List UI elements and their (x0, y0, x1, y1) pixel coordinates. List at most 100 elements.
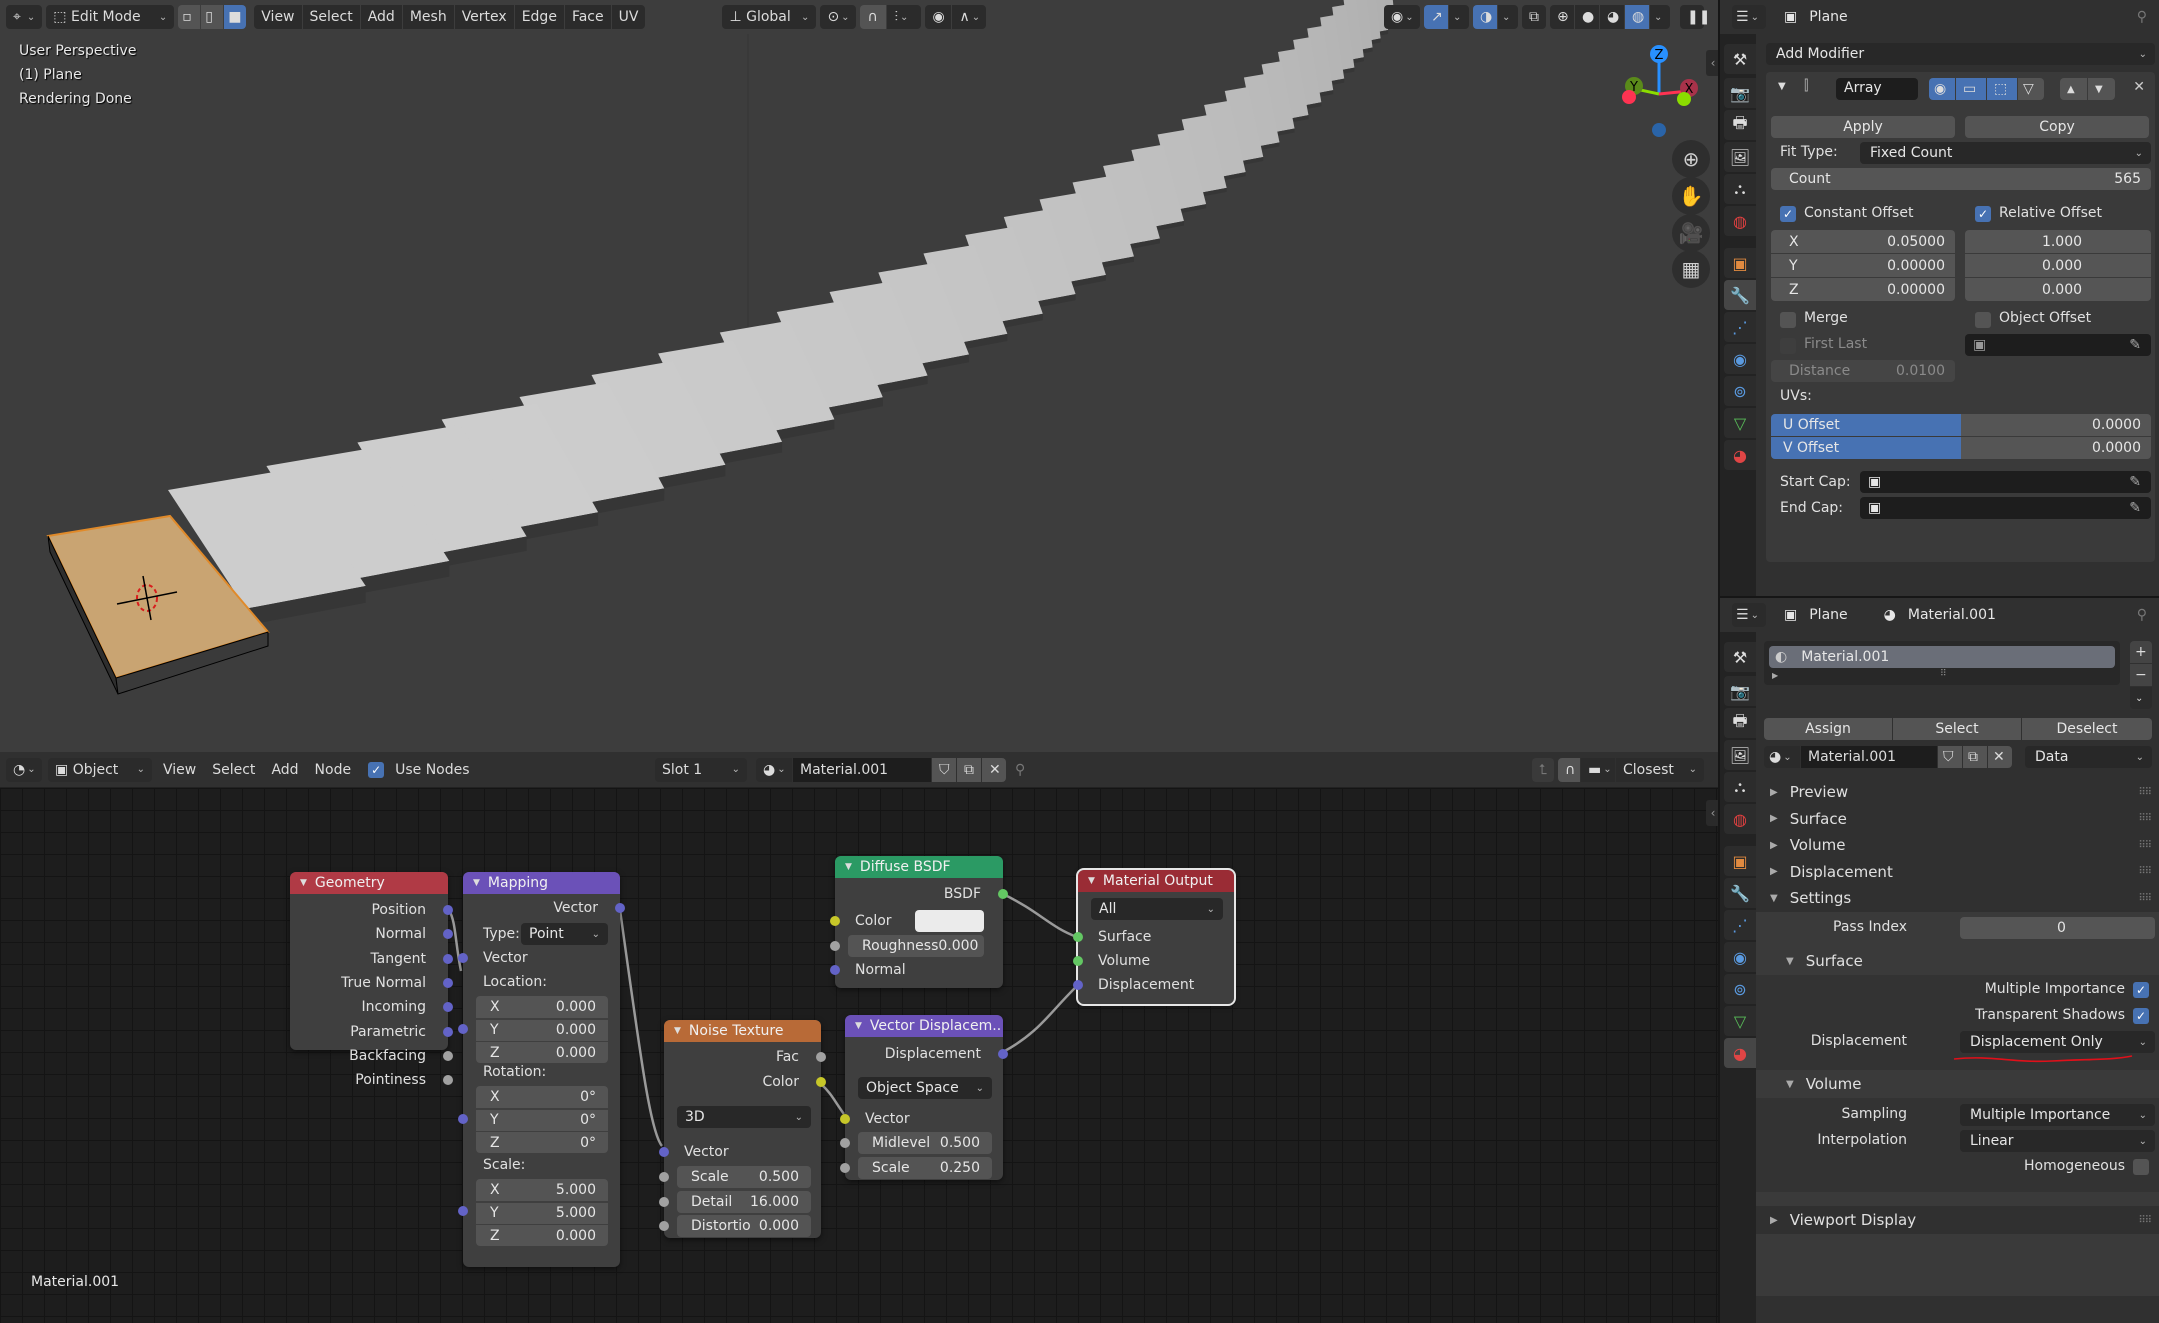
editor-type-button[interactable]: ⌖ ⌄ (6, 5, 43, 29)
menu-view[interactable]: View (158, 762, 201, 778)
unlink-material-button[interactable]: ✕ (1988, 746, 2012, 768)
3d-viewport[interactable]: ⌖ ⌄ ⬚ Edit Mode ⌄ ▫ ▯ ■ View Select Add Me… (0, 0, 1718, 752)
node-header[interactable]: ▼ Vector Displacem.. (845, 1015, 1003, 1037)
sampling-dropdown[interactable]: Multiple Importance ⌄ (1960, 1104, 2155, 1126)
vector-component-field[interactable]: Z 0.000 (476, 1041, 608, 1063)
menu-node[interactable]: Node (310, 762, 357, 778)
duplicate-material-button[interactable]: ⧉ (1963, 746, 1987, 768)
distance-field[interactable]: Distance 0.0100 (1771, 360, 1955, 382)
input-socket-location[interactable] (458, 1024, 468, 1034)
assign-button[interactable]: Assign (1764, 718, 1892, 740)
pause-render-button[interactable]: ❚❚ (1680, 5, 1710, 29)
shading-wireframe[interactable]: ⊕ (1550, 5, 1574, 29)
drag-handle[interactable]: ⠿⠿ (2138, 893, 2152, 904)
render-toggle[interactable]: ◉ (1929, 78, 1955, 100)
input-socket-scale[interactable] (458, 1206, 468, 1216)
node-diffuse-bsdf[interactable]: ▼ Diffuse BSDF BSDF Color Roughness 0.000 … (830, 856, 1008, 988)
move-down-button[interactable]: ▼ (2088, 78, 2115, 100)
input-socket-vector[interactable] (840, 1114, 850, 1124)
slot-specials-button[interactable]: ⌄ (2130, 687, 2152, 709)
count-field[interactable]: Count 565 (1771, 168, 2151, 190)
tab-modifiers[interactable]: 🔧 (1724, 280, 1756, 310)
input-socket[interactable] (840, 1138, 850, 1148)
tab-view-layer[interactable]: 🖼 (1724, 142, 1756, 172)
browse-material-button[interactable]: ◕ ⌄ (1764, 746, 1800, 768)
remove-slot-button[interactable]: − (2130, 664, 2152, 686)
end-cap-field[interactable]: ▣ ✎ (1860, 497, 2151, 519)
input-socket[interactable] (659, 1172, 669, 1182)
unlink-material-button[interactable]: ✕ (982, 757, 1006, 782)
tab-render[interactable]: 📷 (1724, 676, 1756, 706)
overlays-toggle[interactable]: ◑ (1473, 5, 1497, 29)
fit-type-dropdown[interactable]: Fixed Count ⌄ (1860, 142, 2151, 164)
tab-constraints[interactable]: ⊚ (1724, 376, 1756, 406)
input-socket-rotation[interactable] (458, 1114, 468, 1124)
copy-button[interactable]: Copy (1965, 116, 2149, 138)
input-socket-vector[interactable] (659, 1147, 669, 1157)
drag-handle[interactable]: ⠿⠿ (2138, 787, 2152, 798)
remove-modifier-button[interactable]: ✕ (2133, 79, 2145, 95)
collapse-icon[interactable]: ▼ (1778, 81, 1786, 92)
object-offset-checkbox[interactable] (1975, 312, 1991, 328)
tab-world[interactable]: ◍ (1724, 206, 1756, 236)
tab-view-layer[interactable]: 🖼 (1724, 740, 1756, 770)
input-socket-vector[interactable] (458, 953, 468, 963)
panel-surface[interactable]: ▶ Surface ⠿⠿ (1756, 805, 2159, 833)
output-socket-vector[interactable] (615, 903, 625, 913)
snap-node-element-dropdown[interactable]: Closest ⌄ (1616, 757, 1704, 782)
shading-dropdown[interactable]: ⌄ (1650, 5, 1670, 29)
edit-mode-toggle[interactable]: ⬚ (1987, 78, 2017, 100)
fake-user-button[interactable]: ⛉ (1938, 746, 1962, 768)
pass-index-field[interactable]: 0 (1960, 917, 2155, 939)
tab-material[interactable]: ◕ (1724, 1038, 1756, 1068)
menu-edge[interactable]: Edge (514, 5, 564, 29)
editor-type-button[interactable]: ☰ ⌄ (1732, 5, 1766, 29)
shader-editor[interactable]: ◔ ⌄ ▣ Object ⌄ View Select Add Node ✓ Use … (0, 752, 1718, 1323)
node-sidebar-expand-tab[interactable]: ‹ (1706, 800, 1718, 826)
material-slot-item[interactable]: ◐ Material.001 (1769, 646, 2115, 668)
use-nodes-checkbox[interactable]: ✓ (368, 761, 385, 778)
vector-component-field[interactable]: Z 0° (476, 1131, 608, 1153)
output-socket[interactable] (443, 1026, 453, 1037)
input-socket-volume[interactable] (1073, 956, 1083, 966)
shader-type-dropdown[interactable]: ▣ Object ⌄ (48, 757, 152, 782)
tab-tool[interactable]: ⚒ (1724, 44, 1756, 74)
add-modifier-dropdown[interactable]: Add Modifier ⌄ (1766, 43, 2155, 65)
menu-view[interactable]: View (254, 5, 302, 29)
zoom-view-button[interactable]: ⊕ (1672, 140, 1710, 178)
modifier-name-field[interactable]: Array (1836, 78, 1918, 100)
select-button[interactable]: Select (1893, 718, 2021, 740)
on-cage-toggle[interactable]: ▽ (2018, 78, 2044, 100)
homogeneous-checkbox[interactable] (2133, 1159, 2149, 1175)
gizmo-dropdown[interactable]: ⌄ (1449, 5, 1469, 29)
node-header[interactable]: ▼ Noise Texture (664, 1020, 821, 1042)
ortho-toggle-button[interactable]: ▦ (1672, 250, 1710, 288)
constant-offset-checkbox[interactable]: ✓ (1780, 206, 1796, 222)
pin-button[interactable]: ⚲ (1010, 762, 1030, 778)
viewport-toggle[interactable]: ▭ (1956, 78, 1986, 100)
vector-component-field[interactable]: Y 0.000 (476, 1018, 608, 1041)
tab-object[interactable]: ▣ (1724, 248, 1756, 278)
menu-select[interactable]: Select (302, 5, 360, 29)
visibility-dropdown[interactable]: ◉ ⌄ (1384, 5, 1420, 29)
noise-param-field[interactable]: Detail 16.000 (677, 1190, 811, 1213)
output-socket-bsdf[interactable] (998, 889, 1008, 899)
tab-render[interactable]: 📷 (1724, 78, 1756, 108)
tab-material[interactable]: ◕ (1724, 440, 1756, 470)
node-header[interactable]: ▼ Material Output (1078, 870, 1234, 892)
v-offset-slider[interactable]: V Offset 0.0000 (1771, 437, 2151, 459)
vector-component-field[interactable]: Y 5.000 (476, 1201, 608, 1224)
pivot-point-dropdown[interactable]: ⊙ ⌄ (820, 5, 857, 29)
start-cap-field[interactable]: ▣ ✎ (1860, 471, 2151, 493)
node-snap-toggle[interactable]: ∩ (1558, 757, 1580, 782)
shading-solid[interactable]: ● (1575, 5, 1599, 29)
menu-vertex[interactable]: Vertex (454, 5, 514, 29)
input-socket[interactable] (659, 1196, 669, 1207)
node-vector-displacement[interactable]: ▼ Vector Displacem.. Displacement Object … (840, 1015, 1008, 1180)
displacement-param-field[interactable]: Scale 0.250 (858, 1156, 992, 1179)
drag-handle[interactable]: ⠿⠿ (2138, 813, 2152, 824)
browse-material-button[interactable]: ◕ ⌄ (756, 757, 792, 782)
output-socket-fac[interactable] (816, 1052, 826, 1062)
tab-particles[interactable]: ⋰ (1724, 910, 1756, 940)
gizmo-toggle[interactable]: ↗ (1424, 5, 1448, 29)
